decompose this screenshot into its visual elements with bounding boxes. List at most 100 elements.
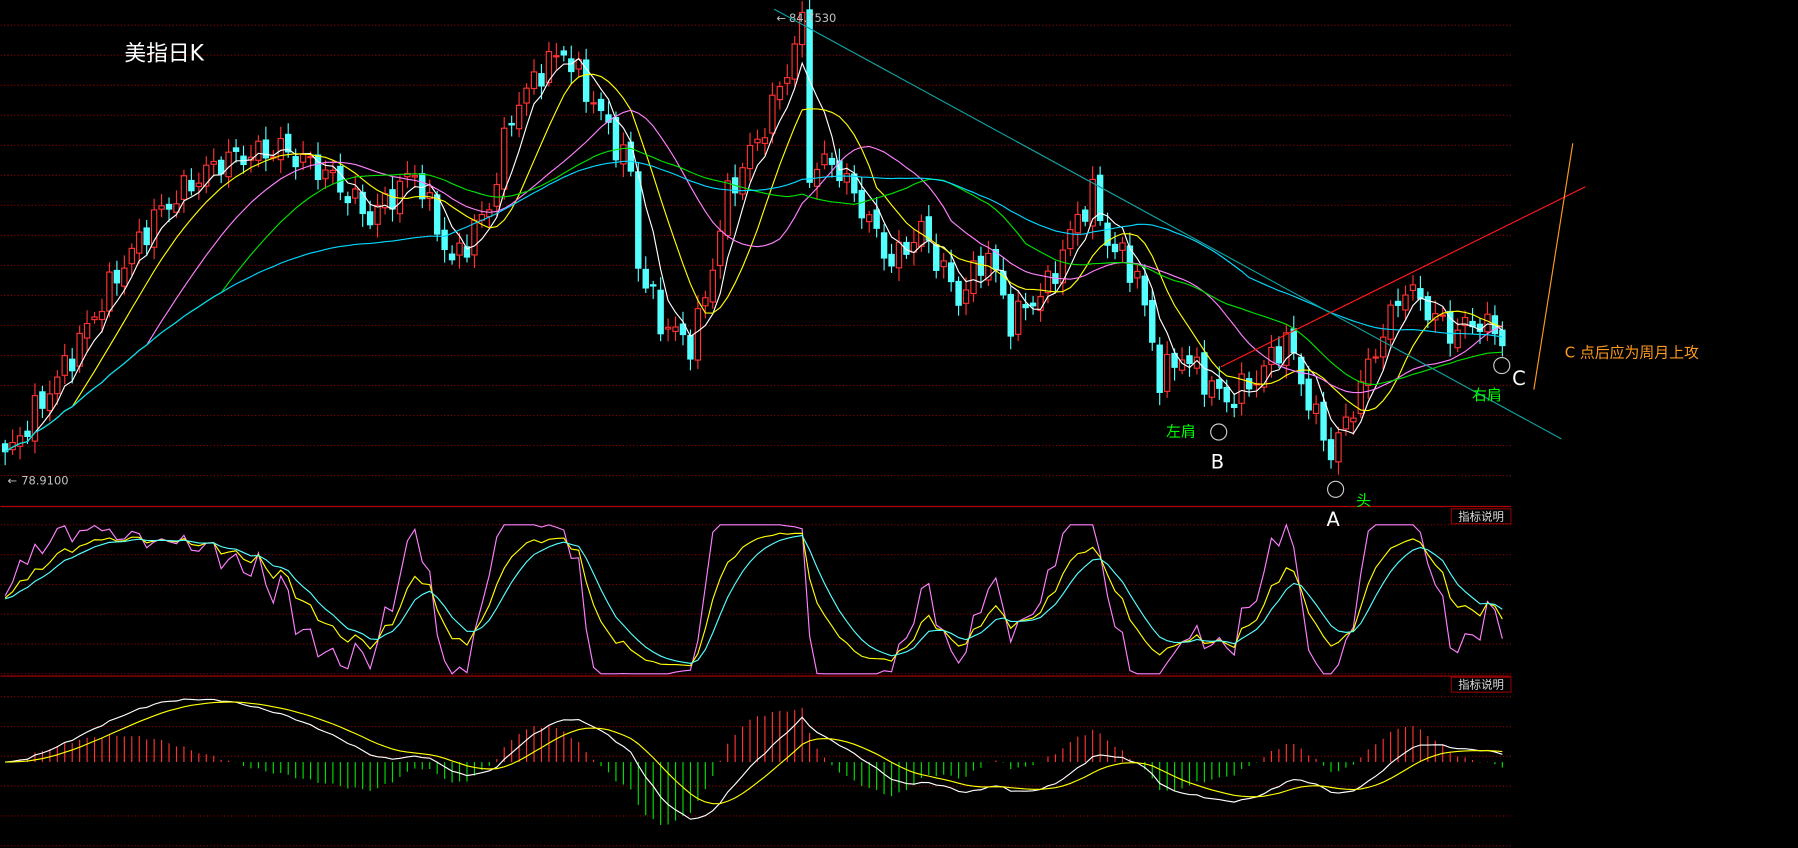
candle-down	[955, 280, 962, 306]
right-shoulder-label: 右肩	[1472, 386, 1502, 404]
candle-up	[128, 247, 135, 265]
candle-down	[1156, 344, 1163, 393]
candle-down	[1305, 378, 1312, 411]
candle-up	[180, 175, 188, 200]
candle-up	[776, 86, 784, 101]
max-price-label: 84.7530	[789, 11, 836, 25]
candle-up	[769, 94, 776, 134]
candle-up	[1402, 294, 1409, 311]
candle-down	[1111, 243, 1119, 253]
candle-up	[702, 297, 709, 307]
candle-down	[39, 391, 46, 409]
min-price-label: 78.9100	[21, 474, 68, 488]
moving-averages	[4, 57, 1503, 453]
ma5-line	[4, 57, 1503, 453]
candle-up	[970, 260, 977, 295]
candle-up	[1044, 270, 1052, 294]
candle-down	[1327, 439, 1335, 461]
candle-down	[314, 154, 322, 180]
candle-up	[501, 127, 508, 190]
candle-up	[255, 140, 262, 161]
point-a-circle	[1327, 480, 1345, 498]
candle-up	[1312, 403, 1320, 414]
point-a-label: A	[1326, 508, 1340, 531]
candle-down	[508, 122, 515, 126]
candle-up	[98, 310, 106, 321]
ma10-line	[4, 73, 1503, 453]
candle-up	[553, 55, 560, 58]
candle-up	[61, 355, 68, 376]
candle-up	[962, 289, 970, 304]
candle-up	[1067, 229, 1074, 250]
candle-down	[1275, 346, 1283, 364]
candle-down	[337, 165, 344, 193]
candle-up	[761, 137, 769, 144]
candle-up	[1163, 353, 1171, 392]
candle-down	[858, 189, 865, 219]
candle-down	[217, 159, 225, 175]
indicator-info-button-kdj[interactable]: 指标说明	[1450, 508, 1512, 525]
candle-up	[299, 153, 307, 163]
candlestick-chart: 美指日K 84.7530 ← ← 78.9100 左肩 B 头 A 右肩 C C…	[0, 0, 1699, 847]
candle-up	[456, 242, 463, 256]
candle-down	[538, 73, 545, 87]
candle-up	[76, 332, 83, 367]
candle-down	[828, 157, 836, 165]
macd-dea-line	[5, 701, 1503, 805]
candle-down	[1201, 352, 1208, 395]
candle-up	[136, 231, 143, 254]
candle-down	[441, 229, 448, 251]
candle-up	[1119, 242, 1126, 251]
indicator-info-button-macd[interactable]: 指标说明	[1450, 676, 1512, 693]
candle-up	[471, 219, 478, 256]
candle-up	[821, 153, 828, 166]
point-c-label: C	[1512, 367, 1526, 390]
candle-down	[880, 232, 888, 259]
candle-up	[784, 77, 791, 84]
kdj-j-line	[4, 523, 1503, 675]
ma30-line	[4, 147, 1503, 453]
candle-up	[590, 102, 597, 105]
candle-down	[1320, 401, 1327, 441]
candle-up	[322, 169, 329, 180]
candle-down	[1029, 302, 1037, 307]
candle-down	[687, 334, 694, 360]
candle-down	[113, 269, 121, 284]
candle-down	[888, 253, 895, 267]
chart-title: 美指日K	[124, 42, 204, 67]
kdj-k-line	[4, 532, 1503, 667]
candle-down	[433, 194, 441, 235]
candle-up	[1409, 284, 1417, 291]
candle-down	[165, 203, 173, 210]
candle-down	[1245, 378, 1253, 390]
candle-down	[635, 171, 642, 269]
candle-up	[1454, 329, 1461, 349]
candle-down	[1149, 300, 1156, 343]
candle-up	[307, 155, 314, 159]
candle-up	[1372, 356, 1379, 359]
candle-up	[843, 173, 851, 183]
candle-up	[121, 267, 128, 287]
candle-down	[642, 268, 649, 289]
candle-up	[1134, 270, 1141, 279]
candle-down	[1223, 386, 1230, 403]
candle-up	[91, 316, 98, 321]
candle-down	[627, 141, 635, 172]
macd-dif-line	[5, 698, 1503, 820]
candle-up	[411, 174, 419, 178]
point-c-circle	[1493, 356, 1511, 375]
candle-down	[24, 430, 31, 437]
candle-up	[1350, 417, 1357, 423]
candle-up	[1484, 313, 1491, 333]
candle-up	[940, 260, 947, 268]
candle-up	[46, 393, 54, 412]
head-label: 头	[1356, 491, 1371, 509]
candle-down	[448, 253, 456, 261]
candle-up	[791, 43, 798, 80]
candle-down	[977, 255, 985, 276]
candles	[1, 0, 1506, 475]
candle-up	[374, 204, 381, 225]
left-shoulder-label: 左肩	[1166, 423, 1196, 441]
candle-up	[746, 144, 754, 170]
candle-down	[68, 358, 76, 372]
